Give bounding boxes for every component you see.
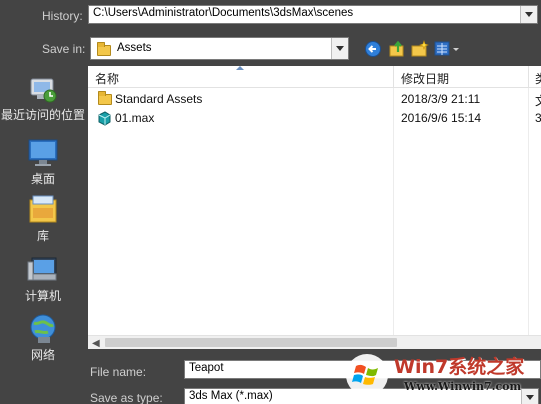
file-list-header: 名称 修改日期 类 (88, 66, 541, 88)
save-in-dropdown[interactable]: Assets (90, 37, 349, 60)
scroll-left-icon[interactable]: ◀ (92, 338, 100, 349)
place-libraries[interactable]: 库 (0, 194, 86, 244)
chevron-down-icon[interactable] (520, 6, 537, 23)
history-path: C:\Users\Administrator\Documents\3dsMax\… (93, 7, 354, 19)
list-item[interactable]: Standard Assets 2018/3/9 21:11 文 (88, 90, 541, 109)
column-extra-header[interactable]: 类 (535, 70, 541, 87)
view-menu-icon[interactable] (434, 40, 462, 58)
history-dropdown[interactable]: C:\Users\Administrator\Documents\3dsMax\… (88, 5, 538, 24)
column-name-header[interactable]: 名称 (95, 70, 119, 87)
back-arrow-icon[interactable] (364, 40, 382, 58)
save-as-type-value: 3ds Max (*.max) (189, 390, 273, 402)
file-name: 01.max (115, 111, 155, 125)
place-recent[interactable]: 最近访问的位置 (0, 73, 86, 123)
save-in-folder: Assets (117, 42, 152, 54)
place-label: 网络 (30, 348, 55, 362)
watermark-url: Www.Winwin7.com (404, 380, 522, 393)
sort-ascending-icon (236, 66, 244, 70)
place-label: 库 (36, 229, 49, 243)
chevron-down-icon[interactable] (331, 38, 348, 59)
desktop-icon (26, 137, 60, 169)
column-date-header[interactable]: 修改日期 (401, 70, 449, 87)
save-as-type-label: Save as type: (90, 391, 163, 404)
watermark: Win7系统之家 Www.Winwin7.com (340, 348, 540, 400)
place-desktop[interactable]: 桌面 (0, 137, 86, 187)
max-file-icon (97, 111, 112, 126)
windows-logo (344, 352, 390, 398)
list-item[interactable]: 01.max 2016/9/6 15:14 3 (88, 109, 541, 128)
file-type: 3 (535, 111, 541, 125)
place-label: 最近访问的位置 (0, 108, 85, 122)
file-name: Standard Assets (115, 92, 203, 106)
file-type: 文 (535, 92, 541, 109)
place-label: 计算机 (24, 289, 61, 303)
watermark-logo-text: Win7系统之家 (394, 356, 525, 378)
file-list[interactable]: 名称 修改日期 类 Standard Assets 2018/3/9 21:11… (88, 66, 541, 349)
history-label: History: (42, 9, 83, 23)
place-label: 桌面 (30, 172, 55, 186)
computer-icon (26, 254, 60, 286)
file-date: 2018/3/9 21:11 (401, 92, 481, 106)
places-bar: 最近访问的位置 桌面 库 计算机 网络 (0, 67, 86, 404)
folder-icon (97, 42, 111, 56)
save-in-label: Save in: (42, 42, 86, 56)
file-date: 2016/9/6 15:14 (401, 111, 482, 125)
new-folder-icon[interactable] (411, 40, 429, 58)
folder-icon (98, 91, 112, 105)
file-name-label: File name: (90, 365, 147, 379)
horizontal-scrollbar[interactable]: ◀ (88, 335, 541, 349)
place-network[interactable]: 网络 (0, 313, 86, 363)
scrollbar-thumb[interactable] (105, 338, 397, 347)
file-name-value: Teapot (189, 362, 224, 374)
libraries-icon (26, 194, 60, 226)
place-computer[interactable]: 计算机 (0, 254, 86, 304)
network-icon (26, 313, 60, 345)
recent-places-icon (26, 73, 60, 105)
up-folder-icon[interactable] (388, 40, 406, 58)
